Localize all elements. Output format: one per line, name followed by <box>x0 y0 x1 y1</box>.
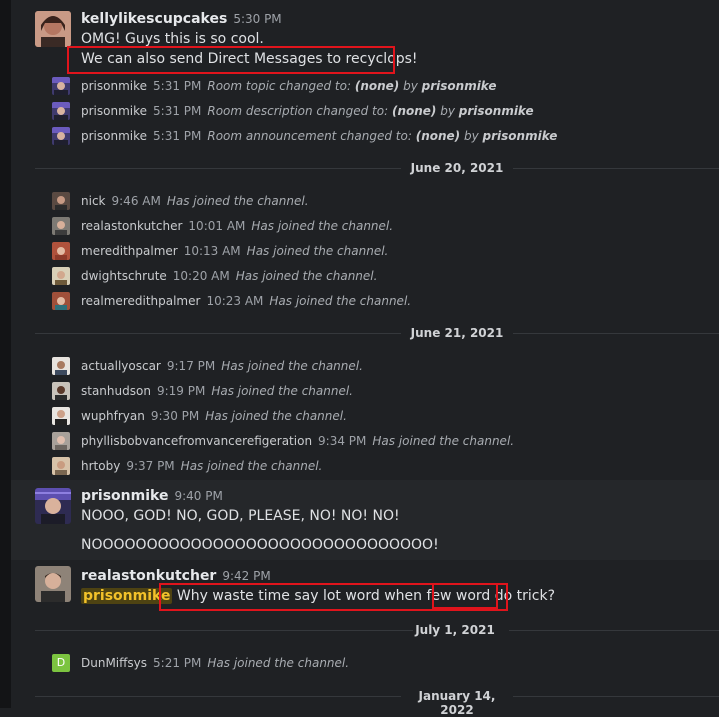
highlight-box <box>67 46 395 74</box>
avatar[interactable] <box>52 77 70 95</box>
system-message: phyllisbobvancefromvancerefigeration 9:34… <box>81 434 515 448</box>
system-message: prisonmike 5:31 PM Room announcement chang… <box>81 129 558 143</box>
left-rail <box>0 0 11 708</box>
system-message: prisonmike 5:31 PM Room description change… <box>81 104 534 118</box>
avatar[interactable] <box>52 192 70 210</box>
message-author[interactable]: realastonkutcher 9:42 PM <box>81 568 271 584</box>
message-text: NOOOOOOOOOOOOOOOOOOOOOOOOOOOOOOO! <box>81 537 439 553</box>
avatar[interactable] <box>52 102 70 120</box>
system-message: nick 9:46 AM Has joined the channel. <box>81 194 309 208</box>
system-message: actuallyoscar 9:17 PM Has joined the chann… <box>81 359 363 373</box>
avatar[interactable] <box>52 382 70 400</box>
system-message: realmeredithpalmer 10:23 AM Has joined the… <box>81 294 412 308</box>
avatar[interactable] <box>52 217 70 235</box>
avatar[interactable] <box>52 407 70 425</box>
message-time: 9:40 PM <box>174 489 223 503</box>
avatar[interactable] <box>35 11 71 47</box>
avatar[interactable] <box>35 566 71 602</box>
highlight-box <box>432 583 498 609</box>
message-author[interactable]: kellylikescupcakes 5:30 PM <box>81 11 282 27</box>
message-author[interactable]: prisonmike 9:40 PM <box>81 488 223 504</box>
system-message: dwightschrute 10:20 AM Has joined the chan… <box>81 269 378 283</box>
avatar[interactable] <box>52 357 70 375</box>
message-text: OMG! Guys this is so cool. <box>81 31 264 47</box>
avatar[interactable] <box>52 242 70 260</box>
date-divider: June 20, 2021 <box>35 161 719 175</box>
system-message: prisonmike 5:31 PM Room topic changed to: … <box>81 79 497 93</box>
system-message: stanhudson 9:19 PM Has joined the channel. <box>81 384 353 398</box>
message-text: NOOO, GOD! NO, GOD, PLEASE, NO! NO! NO! <box>81 508 400 524</box>
avatar[interactable] <box>52 267 70 285</box>
avatar[interactable]: D <box>52 654 70 672</box>
avatar[interactable] <box>35 488 71 524</box>
system-message: meredithpalmer 10:13 AM Has joined the cha… <box>81 244 389 258</box>
avatar[interactable] <box>52 457 70 475</box>
avatar[interactable] <box>52 432 70 450</box>
avatar[interactable] <box>52 292 70 310</box>
avatar[interactable] <box>52 127 70 145</box>
system-message: realastonkutcher 10:01 AM Has joined the c… <box>81 219 394 233</box>
message-time: 5:30 PM <box>233 12 282 26</box>
date-divider: January 14, 2022 <box>35 689 719 717</box>
date-divider: June 21, 2021 <box>35 326 719 340</box>
system-message: hrtoby 9:37 PM Has joined the channel. <box>81 459 323 473</box>
message-time: 9:42 PM <box>222 569 271 583</box>
date-divider: July 1, 2021 <box>35 623 719 637</box>
system-message: wuphfryan 9:30 PM Has joined the channel. <box>81 409 347 423</box>
system-message: DunMiffsys 5:21 PM Has joined the channel. <box>81 656 350 670</box>
